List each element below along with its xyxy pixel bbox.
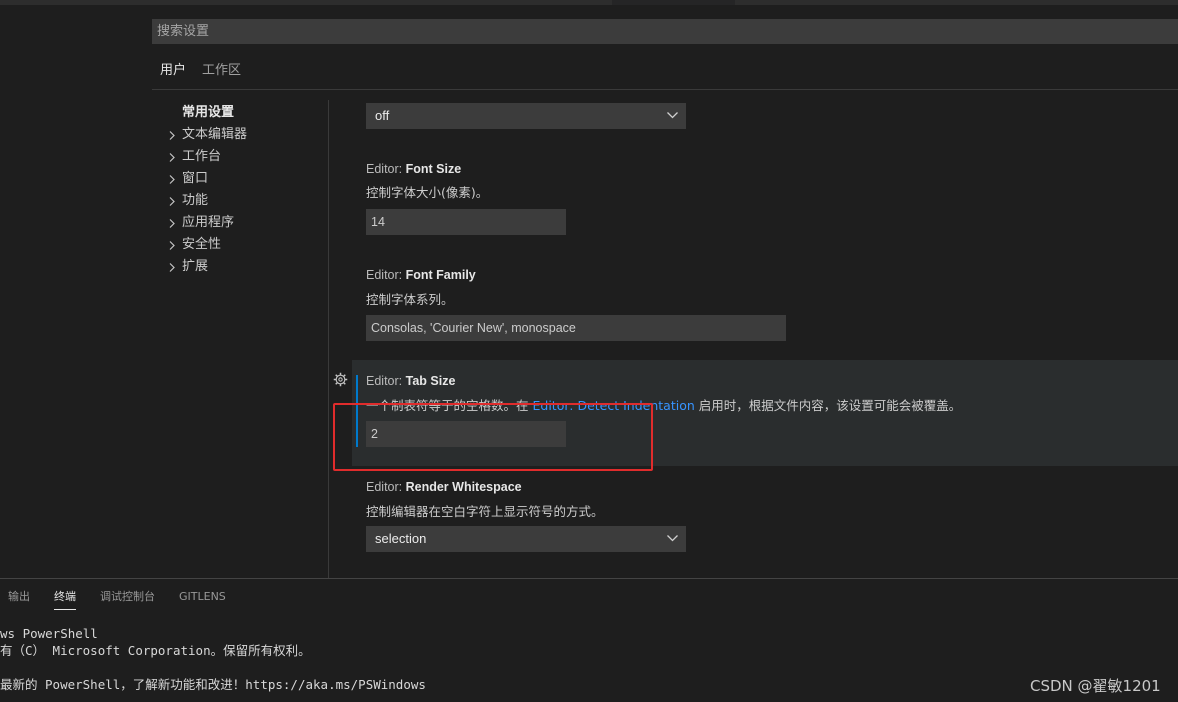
toc-item-label: 工作台 xyxy=(182,149,222,164)
chevron-right-icon xyxy=(166,190,178,212)
chevron-right-icon xyxy=(166,212,178,234)
tab-user[interactable]: 用户 xyxy=(160,56,187,90)
top-setting-select[interactable]: off xyxy=(366,103,686,129)
focus-indicator xyxy=(356,375,358,447)
detect-indentation-link[interactable]: Editor: Detect Indentation xyxy=(532,398,694,413)
desc-text: 启用时，根据文件内容，该设置可能会被覆盖。 xyxy=(694,398,962,413)
vscode-settings-window: 用户 工作区 常用设置 文本编辑器 工作台 窗口 功能 应用程序 安 xyxy=(0,0,1178,702)
chevron-right-icon xyxy=(166,256,178,278)
setting-category: Editor: xyxy=(366,480,406,494)
terminal-line: ws PowerShell xyxy=(0,626,98,641)
terminal-output[interactable]: ws PowerShell 有（C） Microsoft Corporation… xyxy=(0,620,1178,702)
setting-category: Editor: xyxy=(366,268,406,282)
setting-title-font-size: Editor: Font Size xyxy=(366,162,461,176)
setting-category: Editor: xyxy=(366,374,406,388)
setting-title-render-whitespace: Editor: Render Whitespace xyxy=(366,480,522,494)
desc-text: 一个制表符等于的空格数。在 xyxy=(366,398,533,413)
search-settings-input[interactable] xyxy=(152,19,1178,44)
select-value: off xyxy=(375,108,390,123)
setting-desc-render-whitespace: 控制编辑器在空白字符上显示符号的方式。 xyxy=(366,504,604,519)
chevron-right-icon xyxy=(166,234,178,256)
toc-item-label: 扩展 xyxy=(182,259,209,274)
terminal-line: 有（C） Microsoft Corporation。保留所有权利。 xyxy=(0,643,311,658)
setting-desc-font-family: 控制字体系列。 xyxy=(366,292,454,307)
setting-name: Font Size xyxy=(405,162,462,176)
tabs-divider xyxy=(152,89,1178,90)
tab-strip-segment xyxy=(0,0,612,5)
chevron-right-icon xyxy=(166,146,178,168)
setting-title-tab-size: Editor: Tab Size xyxy=(366,374,455,388)
chevron-right-icon xyxy=(166,168,178,190)
panel-tab-output[interactable]: 输出 xyxy=(8,585,30,609)
tab-size-input[interactable] xyxy=(366,421,566,447)
toc-item-label: 安全性 xyxy=(182,237,222,252)
panel-tab-terminal[interactable]: 终端 xyxy=(54,585,76,610)
panel-tab-gitlens[interactable]: GITLENS xyxy=(179,585,226,609)
csdn-watermark: CSDN @翟敏1201 xyxy=(1030,677,1161,695)
setting-name: Font Family xyxy=(405,268,476,282)
toc-item-label: 应用程序 xyxy=(182,215,235,230)
font-size-input[interactable] xyxy=(366,209,566,235)
chevron-down-icon xyxy=(667,535,678,542)
toc-item-label: 文本编辑器 xyxy=(182,127,248,142)
gear-icon[interactable] xyxy=(333,372,348,387)
setting-category: Editor: xyxy=(366,162,406,176)
render-whitespace-select[interactable]: selection xyxy=(366,526,686,552)
settings-list: off Editor: Font Size 控制字体大小(像素)。 Editor… xyxy=(329,102,1178,578)
tab-strip-segment xyxy=(735,0,1178,5)
tab-workspace[interactable]: 工作区 xyxy=(202,56,241,86)
setting-title-font-family: Editor: Font Family xyxy=(366,268,476,282)
panel-border xyxy=(0,578,1178,579)
toc-item-label: 窗口 xyxy=(182,171,209,186)
setting-desc-font-size: 控制字体大小(像素)。 xyxy=(366,185,489,200)
select-value: selection xyxy=(375,531,427,546)
editor-tab-strip xyxy=(0,0,1178,5)
setting-desc-tab-size: 一个制表符等于的空格数。在 Editor: Detect Indentation… xyxy=(366,395,961,414)
toc-item-label: 功能 xyxy=(182,193,209,208)
toc-item-label: 常用设置 xyxy=(182,105,235,120)
font-family-input[interactable] xyxy=(366,315,786,341)
panel-tab-debug-console[interactable]: 调试控制台 xyxy=(100,585,155,609)
setting-name: Tab Size xyxy=(405,374,456,388)
chevron-down-icon xyxy=(667,112,678,119)
terminal-line: 最新的 PowerShell，了解新功能和改进！https://aka.ms/P… xyxy=(0,677,426,692)
setting-name: Render Whitespace xyxy=(405,480,522,494)
chevron-right-icon xyxy=(166,124,178,146)
